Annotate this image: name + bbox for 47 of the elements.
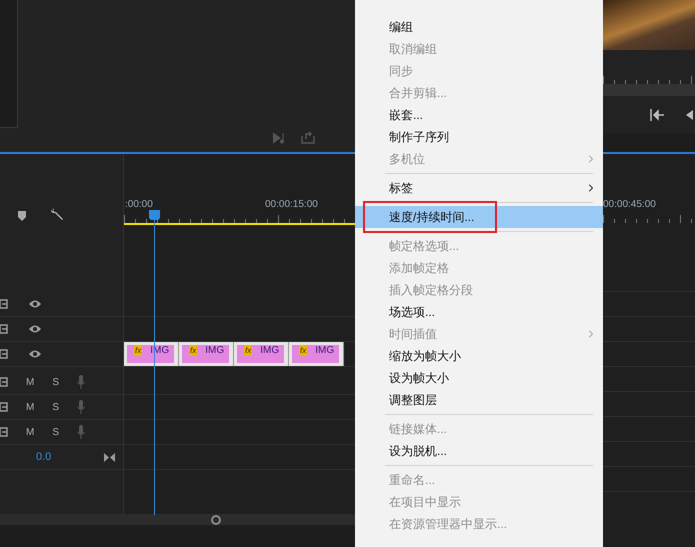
solo-toggle[interactable]: S bbox=[52, 424, 60, 440]
monitor-scrollbar[interactable] bbox=[603, 84, 695, 96]
eye-icon[interactable] bbox=[28, 349, 42, 359]
marker-icon[interactable] bbox=[18, 211, 26, 221]
master-volume-value[interactable]: 0.0 bbox=[36, 448, 52, 466]
toggle-icon[interactable] bbox=[0, 349, 8, 359]
go-to-in-icon[interactable] bbox=[650, 108, 664, 120]
effect-badge: fx bbox=[189, 345, 198, 356]
menu-item[interactable]: 制作子序列 bbox=[355, 126, 603, 148]
image-clip[interactable]: fx IMG bbox=[234, 342, 289, 366]
clip-name: IMG bbox=[315, 345, 334, 356]
toggle-icon[interactable] bbox=[0, 324, 8, 334]
menu-item[interactable]: 设为脱机... bbox=[355, 440, 603, 462]
toggle-icon[interactable] bbox=[0, 377, 8, 387]
effect-badge: fx bbox=[244, 345, 252, 356]
menu-item[interactable]: 编组 bbox=[355, 16, 603, 38]
menu-item[interactable]: 嵌套... bbox=[355, 104, 603, 126]
menu-item[interactable]: 场选项... bbox=[355, 301, 603, 323]
eye-icon[interactable] bbox=[28, 299, 42, 309]
menu-item[interactable]: 标签 bbox=[355, 177, 603, 199]
eye-icon[interactable] bbox=[28, 324, 42, 334]
ruler-timecode: 00:00:45:00 bbox=[603, 198, 657, 212]
effect-badge: fx bbox=[299, 345, 308, 356]
menu-item[interactable]: 设为帧大小 bbox=[355, 367, 603, 389]
toggle-icon[interactable] bbox=[0, 299, 8, 309]
mute-toggle[interactable]: M bbox=[26, 400, 34, 414]
horizontal-scrollbar[interactable] bbox=[0, 514, 355, 525]
image-clip[interactable]: fx IMG bbox=[289, 342, 344, 366]
wrench-icon[interactable] bbox=[50, 207, 64, 221]
bowtie-icon[interactable] bbox=[104, 452, 115, 462]
clip-name: IMG bbox=[205, 345, 224, 356]
ruler-timecode: :00:00 bbox=[125, 198, 154, 212]
menu-item[interactable]: 调整图层 bbox=[355, 389, 603, 411]
toggle-icon[interactable] bbox=[0, 427, 8, 437]
step-back-icon[interactable] bbox=[686, 108, 695, 120]
menu-item[interactable]: 缩放为帧大小 bbox=[355, 345, 603, 367]
image-clip[interactable]: fx IMG bbox=[179, 342, 234, 366]
solo-toggle[interactable]: S bbox=[52, 374, 60, 390]
mute-toggle[interactable]: M bbox=[26, 424, 34, 440]
clip-name: IMG bbox=[260, 345, 280, 356]
zoom-handle[interactable] bbox=[211, 514, 221, 524]
toggle-icon[interactable] bbox=[0, 402, 8, 412]
menu-item[interactable]: 速度/持续时间... bbox=[355, 206, 603, 228]
effect-badge: fx bbox=[134, 345, 142, 356]
ruler-timecode: 00:00:15:00 bbox=[265, 198, 318, 212]
mute-toggle[interactable]: M bbox=[26, 374, 34, 390]
solo-toggle[interactable]: S bbox=[52, 400, 60, 414]
